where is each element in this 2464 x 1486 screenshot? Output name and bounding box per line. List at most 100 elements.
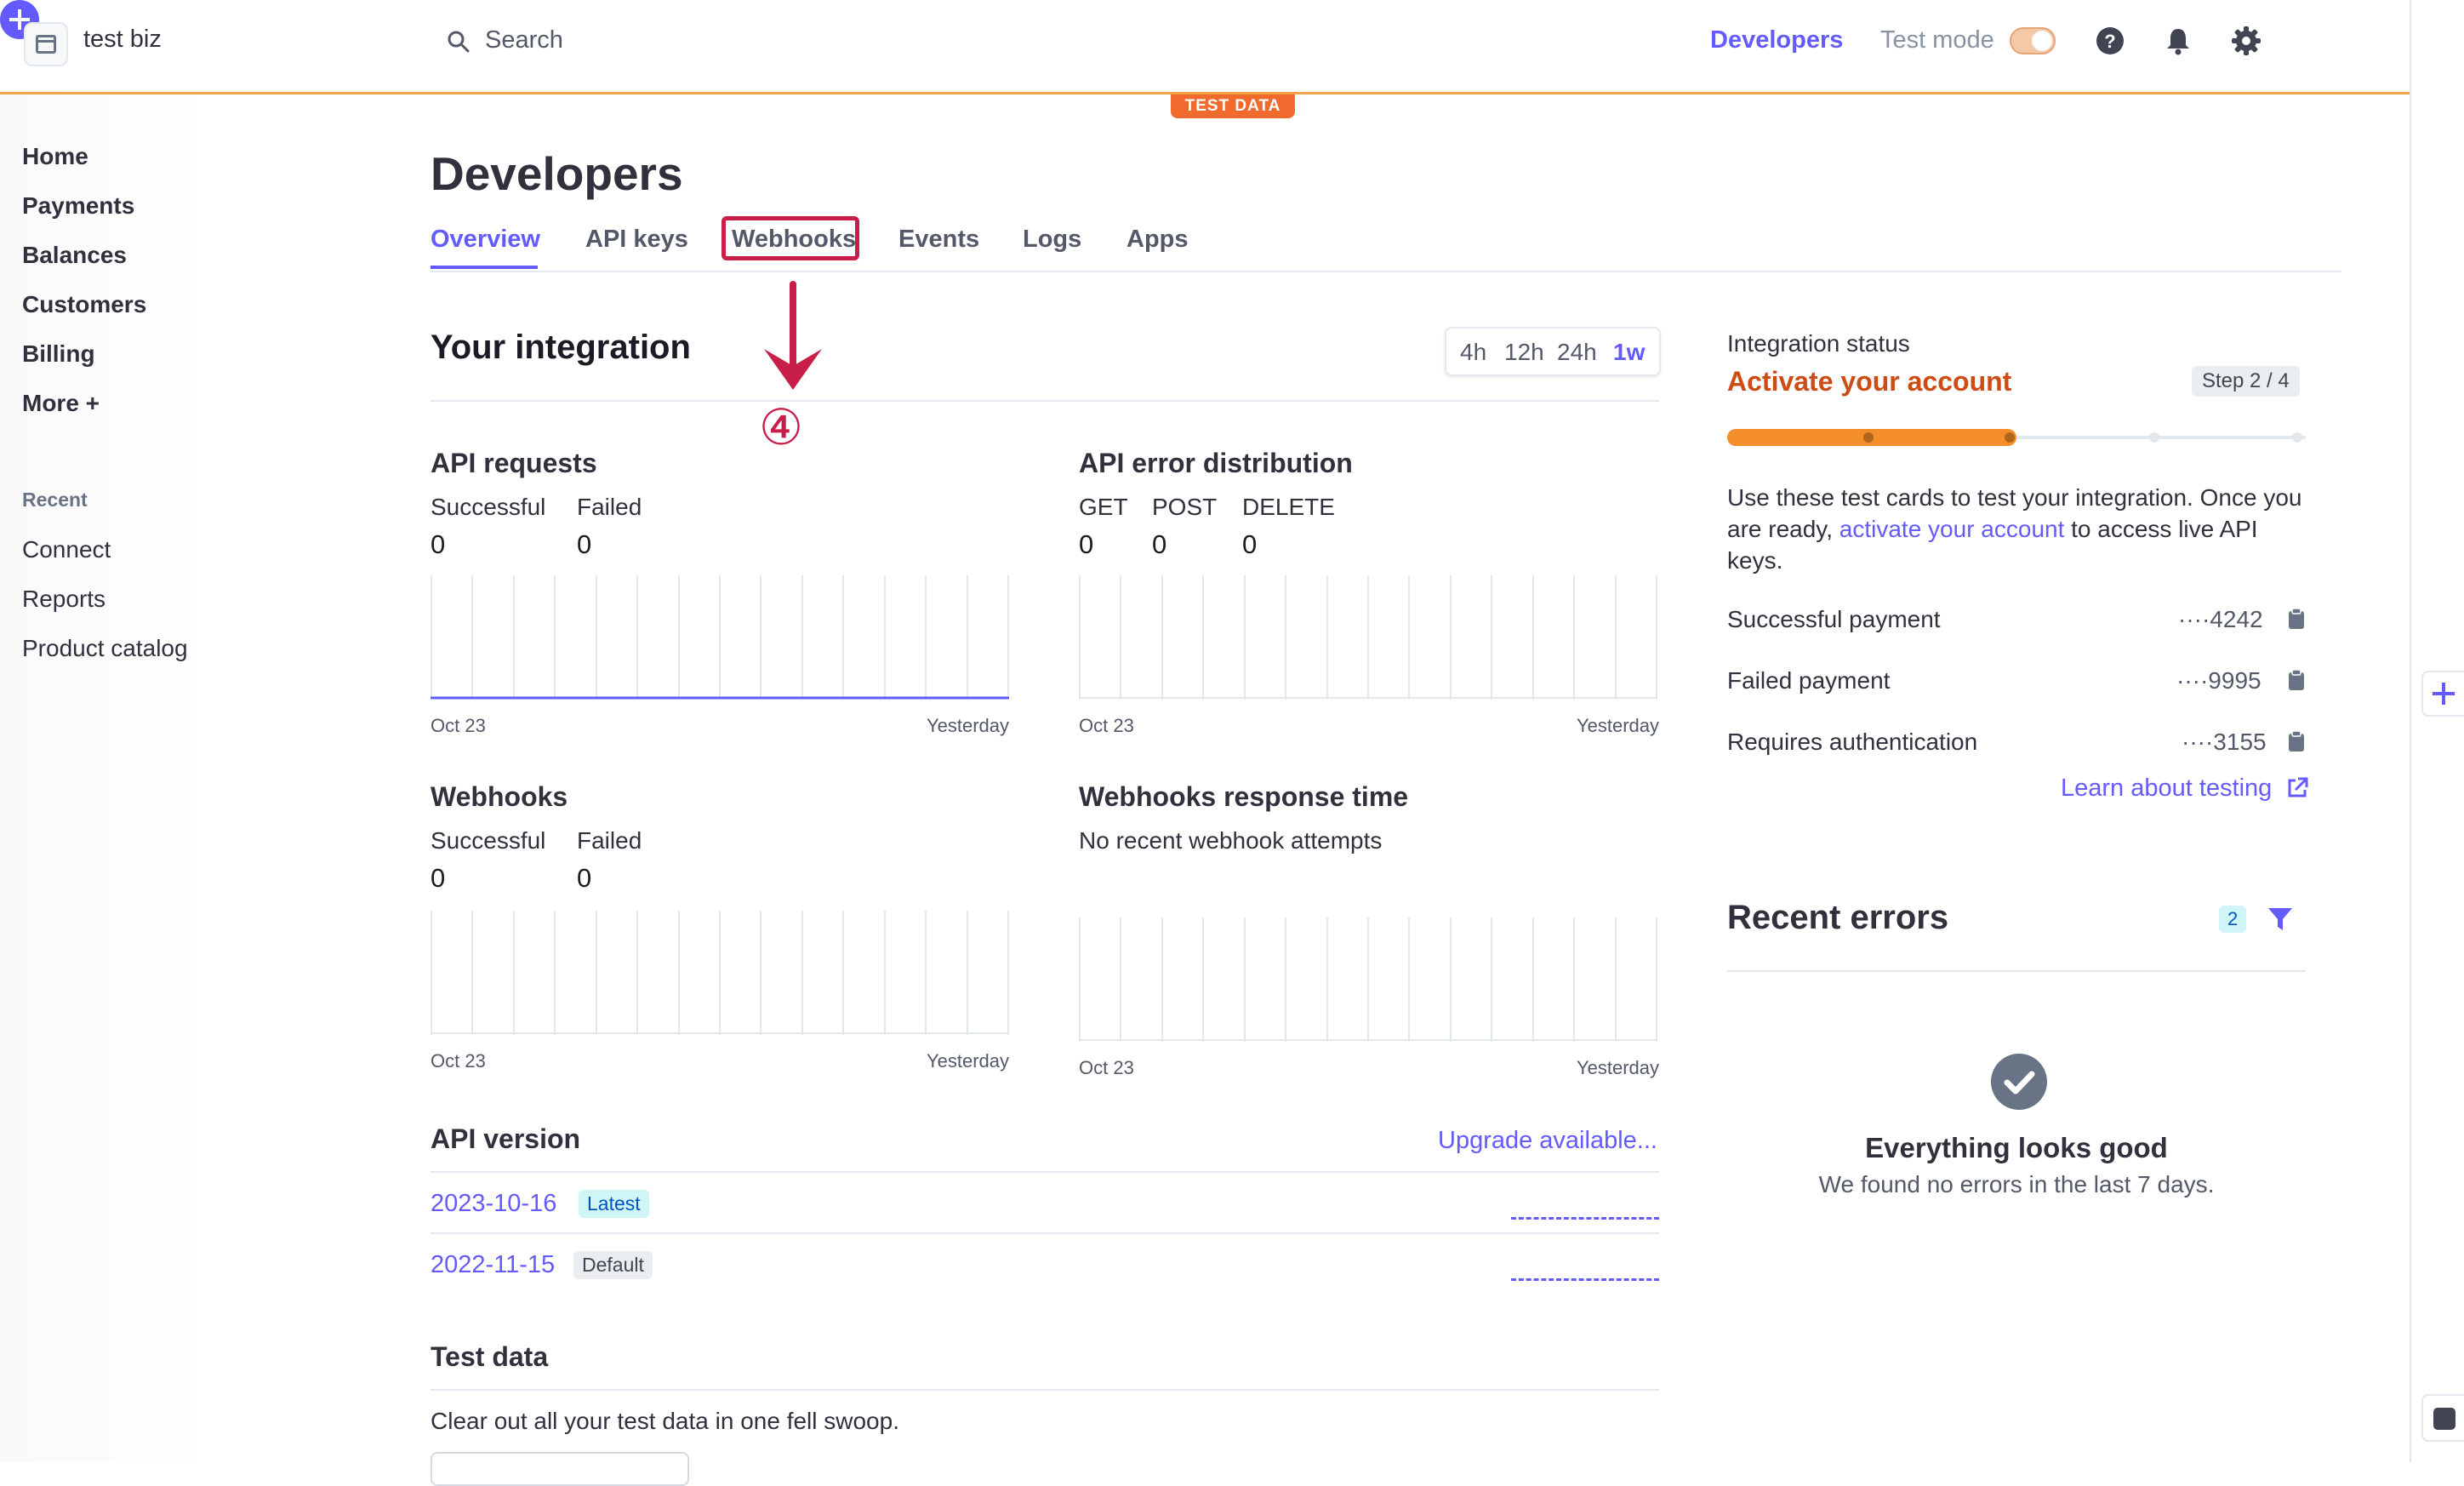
- check-circle-icon: [1991, 1054, 2047, 1110]
- api-requests-chart[interactable]: [431, 575, 1009, 700]
- gear-icon[interactable]: [2231, 26, 2262, 56]
- test-mode-toggle[interactable]: [2010, 27, 2056, 54]
- empty-state-title: Everything looks good: [1865, 1132, 2168, 1163]
- tab-api-keys[interactable]: API keys: [585, 226, 688, 254]
- test-card-number: ····4242: [2178, 606, 2263, 632]
- api-requests-title[interactable]: API requests: [431, 448, 597, 479]
- tab-apps[interactable]: Apps: [1126, 226, 1189, 254]
- step-badge: Step 2 / 4: [2192, 366, 2300, 397]
- metric-label: Successful: [431, 827, 546, 854]
- search-bar[interactable]: Search: [446, 24, 786, 61]
- divider: [431, 1389, 1659, 1391]
- empty-state-description: We found no errors in the last 7 days.: [1818, 1171, 2215, 1197]
- version-default-link[interactable]: 2022-11-15: [431, 1251, 555, 1279]
- webhooks-title[interactable]: Webhooks: [431, 781, 568, 813]
- copy-icon[interactable]: [2287, 608, 2306, 630]
- range-24h[interactable]: 24h: [1557, 339, 1597, 366]
- metric-value: 0: [431, 863, 446, 893]
- search-icon: [448, 31, 470, 53]
- progress-step-dot: [2292, 432, 2302, 443]
- page-title: Developers: [431, 147, 683, 200]
- metric-value: 0: [577, 863, 592, 893]
- upgrade-available-link[interactable]: Upgrade available...: [1438, 1127, 1657, 1155]
- metric-label: Successful: [431, 494, 546, 520]
- store-icon[interactable]: [24, 22, 68, 66]
- copy-icon[interactable]: [2287, 669, 2306, 691]
- webhook-response-chart[interactable]: [1079, 917, 1657, 1042]
- range-12h[interactable]: 12h: [1504, 339, 1544, 366]
- test-mode-label: Test mode: [1880, 26, 1994, 54]
- tabs-divider: [431, 271, 2341, 272]
- filter-icon[interactable]: [2267, 906, 2294, 933]
- tab-overview[interactable]: Overview: [431, 226, 540, 254]
- chart-end-date: Yesterday: [1576, 1057, 1659, 1078]
- learn-about-testing-link[interactable]: Learn about testing: [2061, 774, 2272, 803]
- progress-step-dot: [2149, 432, 2159, 443]
- annotation-arrow-icon: [764, 281, 822, 390]
- status-description: Use these test cards to test your integr…: [1727, 482, 2314, 576]
- sidebar-item-customers[interactable]: Customers: [22, 291, 146, 318]
- activate-account-link[interactable]: activate your account: [1839, 516, 2065, 542]
- test-card-label: Failed payment: [1727, 667, 1891, 694]
- progress-step-dot: [2005, 432, 2015, 443]
- integration-divider: [431, 400, 1659, 402]
- version-latest-link[interactable]: 2023-10-16: [431, 1190, 556, 1218]
- errors-divider: [1727, 970, 2306, 972]
- recent-item-product-catalog[interactable]: Product catalog: [22, 635, 188, 662]
- annotation-step-number: ④: [759, 398, 803, 456]
- webhook-empty-note: No recent webhook attempts: [1079, 827, 1383, 854]
- shell-icon[interactable]: [2421, 1394, 2464, 1442]
- sidebar-item-payments[interactable]: Payments: [22, 192, 134, 220]
- range-1w[interactable]: 1w: [1613, 339, 1645, 366]
- divider: [431, 1171, 1659, 1173]
- version-dashes: [1511, 1217, 1659, 1220]
- search-input[interactable]: Search: [485, 26, 563, 54]
- tab-logs[interactable]: Logs: [1023, 226, 1081, 254]
- chart-end-date: Yesterday: [926, 1050, 1009, 1072]
- metric-value: 0: [1152, 529, 1167, 559]
- metric-value: 0: [577, 529, 592, 559]
- external-link-icon[interactable]: [2285, 776, 2309, 800]
- webhook-response-time-title[interactable]: Webhooks response time: [1079, 781, 1408, 813]
- chart-end-date: Yesterday: [1576, 715, 1659, 736]
- errors-count-badge: 2: [2219, 906, 2247, 933]
- webhooks-tab-highlight: [722, 216, 859, 260]
- latest-badge: Latest: [579, 1190, 649, 1218]
- active-tab-indicator: [431, 266, 538, 269]
- chart-start-date: Oct 23: [431, 1050, 486, 1072]
- integration-title: Your integration: [431, 329, 691, 366]
- range-4h[interactable]: 4h: [1460, 339, 1486, 366]
- tab-events[interactable]: Events: [898, 226, 979, 254]
- clear-test-data-button[interactable]: [431, 1452, 689, 1486]
- top-bar: test biz Search Developers Test mode ?: [0, 0, 2410, 92]
- developers-link[interactable]: Developers: [1710, 26, 1843, 54]
- help-icon[interactable]: ?: [2095, 26, 2125, 56]
- recent-heading: Recent: [22, 489, 88, 511]
- sidebar-item-balances[interactable]: Balances: [22, 242, 127, 269]
- recent-errors-title: Recent errors: [1727, 899, 1949, 936]
- sidebar-item-billing[interactable]: Billing: [22, 340, 95, 368]
- sidebar-item-more[interactable]: More +: [22, 390, 100, 417]
- activate-account-title[interactable]: Activate your account: [1727, 366, 2011, 397]
- chart-end-date: Yesterday: [926, 715, 1009, 736]
- api-errors-title[interactable]: API error distribution: [1079, 448, 1353, 479]
- sidebar-item-home[interactable]: Home: [22, 143, 88, 170]
- copy-icon[interactable]: [2287, 730, 2306, 752]
- integration-status-label: Integration status: [1727, 330, 1910, 357]
- test-data-title: Test data: [431, 1341, 549, 1372]
- metric-value: 0: [1079, 529, 1094, 559]
- add-panel-icon[interactable]: [2421, 671, 2464, 717]
- test-card-label: Requires authentication: [1727, 729, 1978, 755]
- metric-label: GET: [1079, 494, 1128, 520]
- api-errors-chart[interactable]: [1079, 575, 1657, 700]
- business-name[interactable]: test biz: [83, 26, 162, 54]
- time-range-picker[interactable]: 4h 12h 24h 1w: [1445, 327, 1661, 376]
- test-data-badge: TEST DATA: [1171, 94, 1295, 118]
- webhooks-chart[interactable]: [431, 911, 1009, 1035]
- api-version-title: API version: [431, 1123, 581, 1154]
- recent-item-connect[interactable]: Connect: [22, 536, 111, 563]
- test-data-description: Clear out all your test data in one fell…: [431, 1408, 899, 1434]
- bell-icon[interactable]: [2163, 26, 2193, 56]
- recent-item-reports[interactable]: Reports: [22, 586, 106, 613]
- test-card-label: Successful payment: [1727, 606, 1941, 632]
